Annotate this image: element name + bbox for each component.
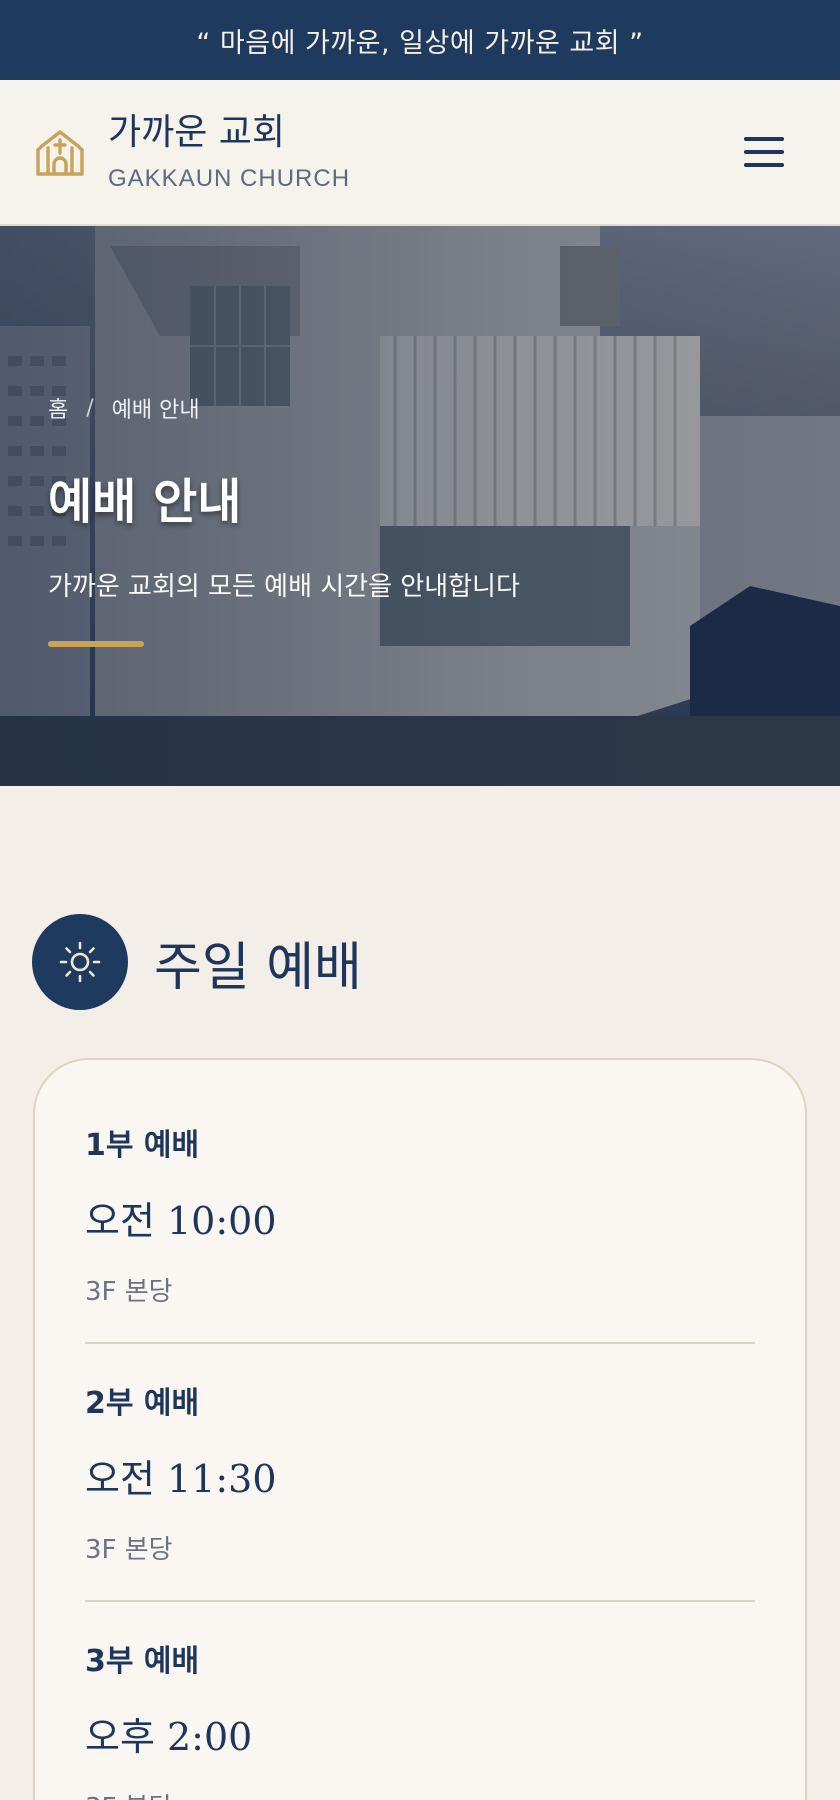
hero-content: 홈 / 예배 안내 예배 안내 가까운 교회의 모든 예배 시간을 안내합니다 bbox=[48, 392, 520, 647]
title-accent-line bbox=[48, 641, 144, 647]
brand-name: 가까운 교회 bbox=[108, 112, 286, 154]
motto-text: “ 마음에 가까운, 일상에 가까운 교회 ” bbox=[196, 27, 644, 59]
service-item: 1부 예배 오전 10:00 3F 본당 bbox=[85, 1120, 755, 1344]
service-item: 3부 예배 오후 2:00 3F 본당 bbox=[85, 1636, 755, 1800]
breadcrumb-current: 예배 안내 bbox=[111, 398, 200, 423]
brand[interactable]: 가까운 교회 GAKKAUN CHURCH bbox=[108, 111, 350, 192]
hamburger-menu-icon[interactable] bbox=[744, 137, 784, 167]
service-time: 오전 10:00 bbox=[85, 1199, 277, 1243]
service-item: 2부 예배 오전 11:30 3F 본당 bbox=[85, 1378, 755, 1602]
service-schedule-card: 1부 예배 오전 10:00 3F 본당 2부 예배 오전 11:30 3F 본… bbox=[33, 1058, 807, 1800]
hero-banner: 홈 / 예배 안내 예배 안내 가까운 교회의 모든 예배 시간을 안내합니다 bbox=[0, 226, 840, 786]
service-name: 1부 예배 bbox=[85, 1128, 200, 1163]
service-place: 3F 본당 bbox=[85, 1535, 173, 1565]
church-icon[interactable] bbox=[32, 124, 88, 180]
section-header-sunday-worship: 주일 예배 bbox=[32, 914, 362, 1010]
service-time: 오후 2:00 bbox=[85, 1715, 253, 1759]
brand-subtitle: GAKKAUN CHURCH bbox=[108, 164, 351, 192]
breadcrumb-separator: / bbox=[86, 395, 94, 421]
breadcrumb: 홈 / 예배 안내 bbox=[48, 392, 520, 424]
breadcrumb-home[interactable]: 홈 bbox=[48, 392, 68, 424]
service-time: 오전 11:30 bbox=[85, 1457, 277, 1501]
site-header: 가까운 교회 GAKKAUN CHURCH bbox=[0, 80, 840, 226]
service-name: 2부 예배 bbox=[85, 1386, 200, 1421]
page-subtitle: 가까운 교회의 모든 예배 시간을 안내합니다 bbox=[48, 572, 520, 602]
sun-icon bbox=[32, 914, 128, 1010]
service-name: 3부 예배 bbox=[85, 1644, 200, 1679]
service-place: 3F 본당 bbox=[85, 1277, 173, 1307]
section-title: 주일 예배 bbox=[154, 937, 362, 998]
service-place: 3F 본당 bbox=[85, 1787, 755, 1800]
top-motto-bar: “ 마음에 가까운, 일상에 가까운 교회 ” bbox=[0, 0, 840, 80]
page-title: 예배 안내 bbox=[48, 474, 242, 530]
